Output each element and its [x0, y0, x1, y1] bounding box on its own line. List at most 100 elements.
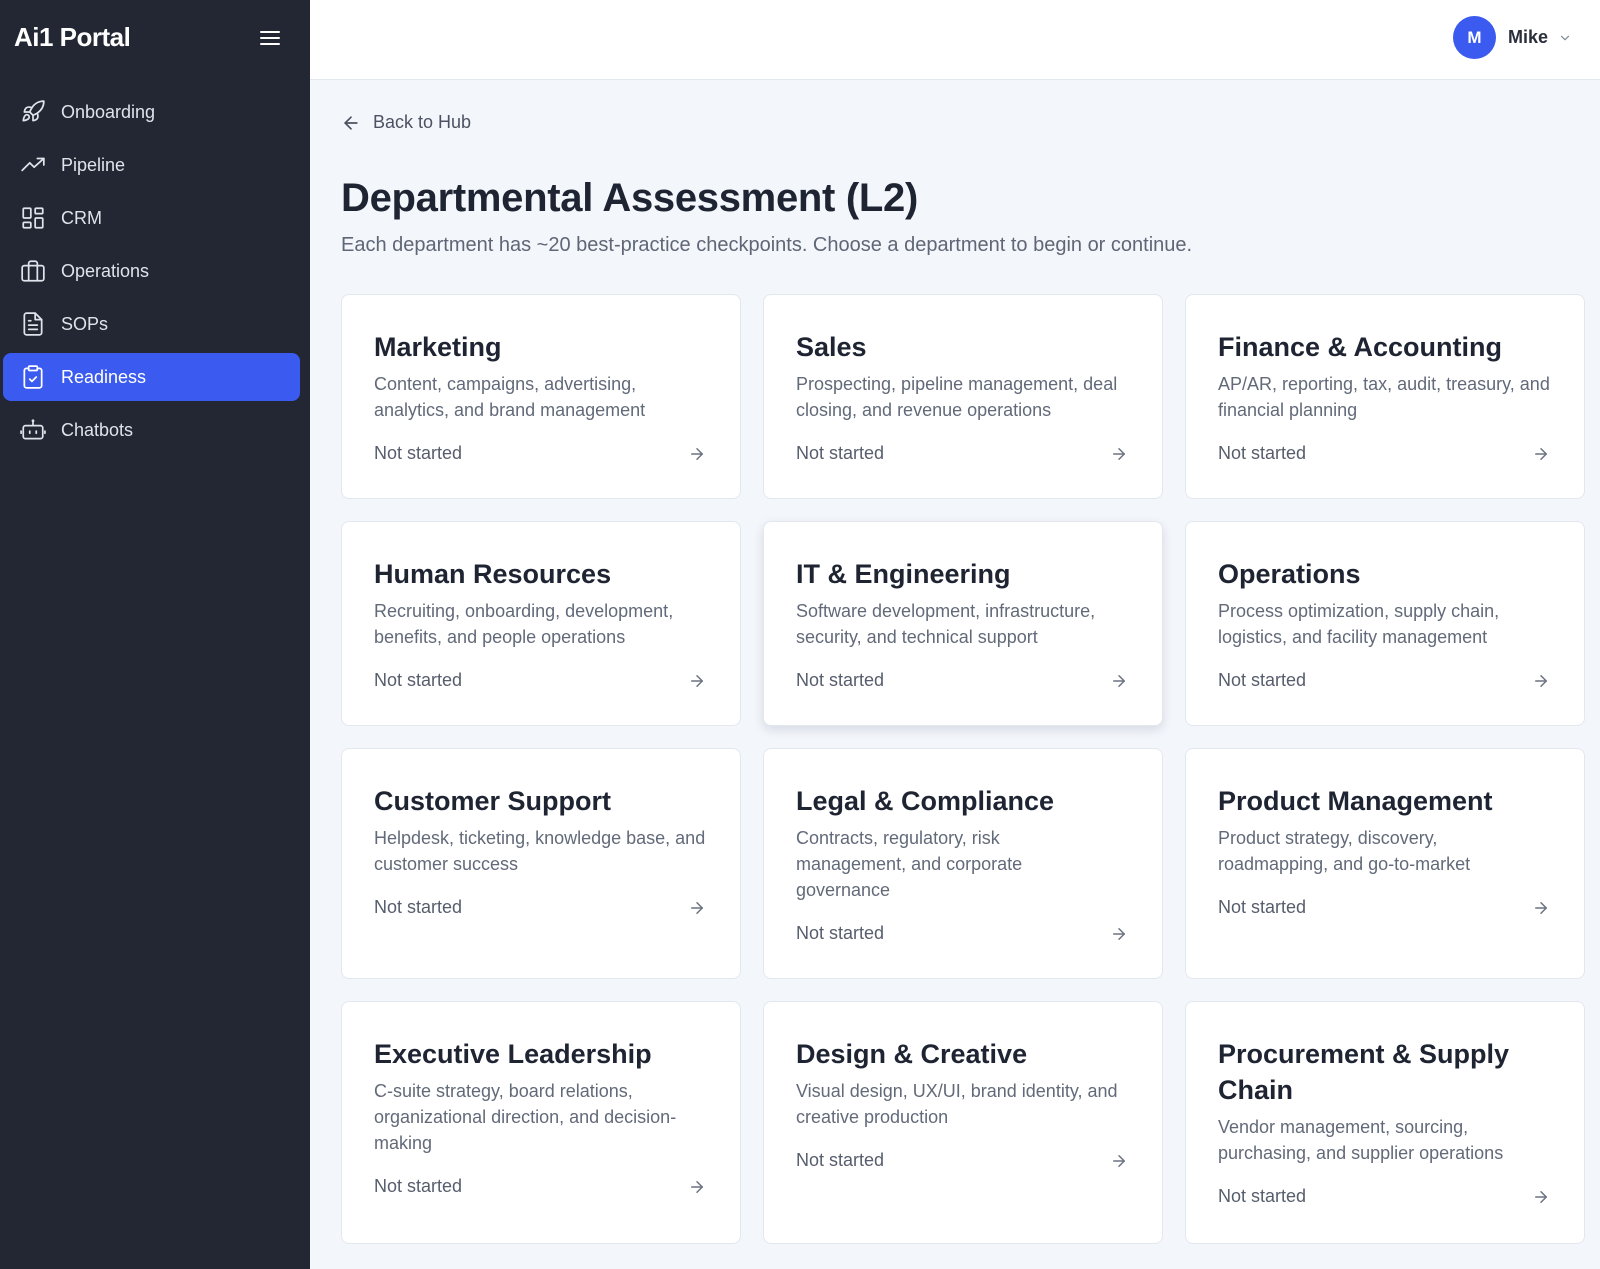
card-title: Product Management: [1218, 786, 1493, 816]
card-description: Product strategy, discovery, roadmapping…: [1218, 828, 1471, 874]
sidebar-item-label: Operations: [61, 260, 150, 281]
bot-icon: [20, 417, 46, 443]
status-text: Not started: [374, 443, 463, 463]
arrow-right-icon: [1113, 927, 1125, 940]
status-text: Not started: [796, 670, 885, 690]
card-description: Process optimization, supply chain, logi…: [1218, 601, 1500, 647]
card-footer: Not started: [374, 670, 708, 691]
user-menu-button[interactable]: M Mike: [1452, 16, 1572, 59]
arrow-right-icon: [1535, 1190, 1547, 1203]
card-footer: Not started: [796, 923, 1130, 944]
card-footer: Not started: [374, 443, 708, 464]
sidebar-item-crm[interactable]: CRM: [3, 194, 300, 242]
top-bar: M Mike: [310, 0, 1600, 80]
card-footer: Not started: [796, 1150, 1130, 1171]
status-text: Not started: [1218, 897, 1307, 917]
arrow-right-icon: [1113, 1154, 1125, 1167]
arrow-right-icon: [691, 447, 703, 460]
sidebar-item-label: Pipeline: [61, 154, 126, 175]
arrow-right-icon: [691, 901, 703, 914]
sidebar-item-label: Chatbots: [61, 419, 134, 440]
chevron-down-icon: [1560, 35, 1570, 40]
sidebar-item-sops[interactable]: SOPs: [3, 300, 300, 348]
card-title: Operations: [1218, 559, 1361, 589]
status-text: Not started: [374, 897, 463, 917]
arrow-left-icon: [344, 115, 358, 130]
card-description: Prospecting, pipeline management, deal c…: [796, 374, 1118, 420]
card-footer: Not started: [796, 443, 1130, 464]
card-description: Content, campaigns, advertising, analyti…: [374, 374, 646, 420]
status-text: Not started: [1218, 1186, 1307, 1206]
card-title: Marketing: [374, 332, 502, 362]
card-description: AP/AR, reporting, tax, audit, treasury, …: [1218, 374, 1550, 420]
card-description: Software development, infrastructure, se…: [796, 601, 1096, 647]
department-grid: Marketing Content, campaigns, advertisin…: [341, 294, 1587, 1244]
department-card-human-resources[interactable]: Human Resources Recruiting, onboarding, …: [341, 521, 741, 726]
user-name: Mike: [1507, 27, 1548, 47]
document-icon: [20, 311, 46, 337]
sidebar-item-pipeline[interactable]: Pipeline: [3, 141, 300, 189]
card-description: Contracts, regulatory, risk management, …: [796, 828, 1023, 900]
status-text: Not started: [374, 670, 463, 690]
department-card-finance-accounting[interactable]: Finance & Accounting AP/AR, reporting, t…: [1185, 294, 1585, 499]
card-description: Vendor management, sourcing, purchasing,…: [1218, 1117, 1504, 1163]
department-card-legal-compliance[interactable]: Legal & Compliance Contracts, regulatory…: [763, 748, 1163, 979]
department-card-marketing[interactable]: Marketing Content, campaigns, advertisin…: [341, 294, 741, 499]
rocket-icon: [20, 99, 46, 125]
menu-toggle-button[interactable]: [258, 26, 282, 50]
card-description: Helpdesk, ticketing, knowledge base, and…: [374, 828, 706, 874]
card-footer: Not started: [374, 1176, 708, 1197]
sidebar-item-operations[interactable]: Operations: [3, 247, 300, 295]
hamburger-icon: [260, 31, 280, 45]
sidebar-item-label: Onboarding: [61, 101, 156, 122]
card-title: Design & Creative: [796, 1039, 1028, 1069]
brand-logo[interactable]: Ai1 Portal: [14, 22, 131, 53]
sidebar-item-chatbots[interactable]: Chatbots: [3, 406, 300, 454]
arrow-right-icon: [1535, 901, 1547, 914]
sidebar: Ai1 Portal Onboarding Pipeline CRM Opera…: [0, 0, 310, 1269]
card-description: C-suite strategy, board relations, organ…: [374, 1081, 677, 1153]
sidebar-item-label: Readiness: [61, 366, 147, 387]
trending-up-icon: [20, 152, 46, 178]
sidebar-item-readiness[interactable]: Readiness: [3, 353, 300, 401]
arrow-right-icon: [1113, 447, 1125, 460]
card-title: Human Resources: [374, 559, 612, 589]
department-card-it-engineering[interactable]: IT & Engineering Software development, i…: [763, 521, 1163, 726]
department-card-procurement-supply-chain[interactable]: Procurement & Supply Chain Vendor manage…: [1185, 1001, 1585, 1244]
arrow-right-icon: [1535, 674, 1547, 687]
department-card-sales[interactable]: Sales Prospecting, pipeline management, …: [763, 294, 1163, 499]
sidebar-item-label: CRM: [61, 207, 102, 228]
department-card-product-management[interactable]: Product Management Product strategy, dis…: [1185, 748, 1585, 979]
clipboard-check-icon: [20, 364, 46, 390]
page-subtitle: Each department has ~20 best-practice ch…: [341, 234, 1193, 256]
card-title: Customer Support: [374, 786, 612, 816]
card-footer: Not started: [1218, 897, 1552, 918]
page-title: Departmental Assessment (L2): [341, 176, 918, 220]
sidebar-item-onboarding[interactable]: Onboarding: [3, 88, 300, 136]
card-title: Finance & Accounting: [1218, 332, 1503, 362]
sidebar-item-label: SOPs: [61, 313, 109, 334]
card-description: Visual design, UX/UI, brand identity, an…: [796, 1081, 1118, 1127]
dashboard-icon: [20, 205, 46, 231]
status-text: Not started: [796, 923, 885, 943]
card-title: IT & Engineering: [796, 559, 1011, 589]
status-text: Not started: [796, 1150, 885, 1170]
card-title: Procurement & Supply Chain: [1218, 1039, 1510, 1105]
arrow-right-icon: [1535, 447, 1547, 460]
back-to-hub-link[interactable]: Back to Hub: [341, 112, 471, 133]
sidebar-nav: Onboarding Pipeline CRM Operations SOPs …: [0, 88, 310, 459]
card-footer: Not started: [1218, 1186, 1552, 1207]
card-title: Legal & Compliance: [796, 786, 1055, 816]
department-card-executive-leadership[interactable]: Executive Leadership C-suite strategy, b…: [341, 1001, 741, 1244]
department-card-design-creative[interactable]: Design & Creative Visual design, UX/UI, …: [763, 1001, 1163, 1244]
card-footer: Not started: [1218, 670, 1552, 691]
card-description: Recruiting, onboarding, development, ben…: [374, 601, 674, 647]
department-card-operations[interactable]: Operations Process optimization, supply …: [1185, 521, 1585, 726]
card-title: Sales: [796, 332, 867, 362]
arrow-right-icon: [691, 674, 703, 687]
arrow-right-icon: [1113, 674, 1125, 687]
card-footer: Not started: [796, 670, 1130, 691]
status-text: Not started: [1218, 443, 1307, 463]
department-card-customer-support[interactable]: Customer Support Helpdesk, ticketing, kn…: [341, 748, 741, 979]
card-footer: Not started: [374, 897, 708, 918]
